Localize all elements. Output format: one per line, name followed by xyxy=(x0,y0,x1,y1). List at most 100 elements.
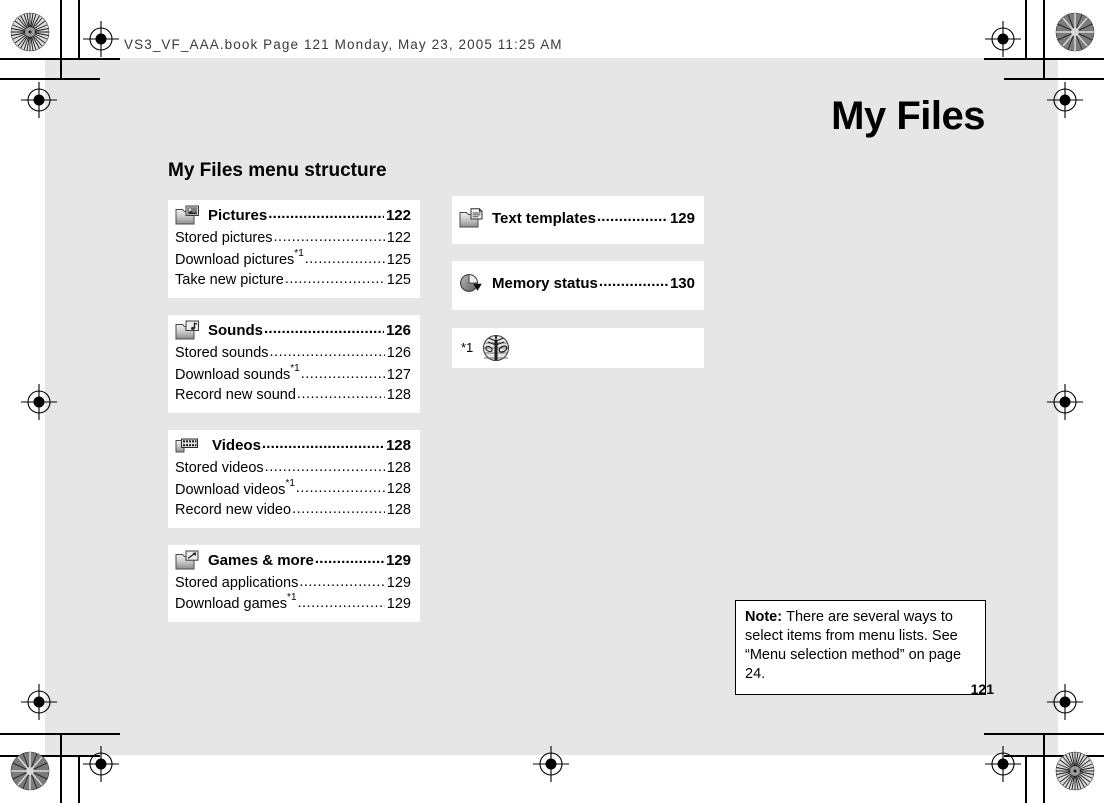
crop-line-top-left-h2 xyxy=(0,78,100,80)
menu-column-left: Pictures ...............................… xyxy=(168,200,420,639)
menu-label: Stored sounds xyxy=(175,345,269,362)
note-label: Note: xyxy=(745,609,787,625)
page-ref: 128 xyxy=(386,387,411,404)
leader-dots: ........................................… xyxy=(314,549,384,567)
menu-card-text-templates: Text templates .........................… xyxy=(452,196,704,245)
menu-header-text-templates[interactable]: Text templates .........................… xyxy=(459,208,695,229)
leader-dots: ........................................… xyxy=(598,273,668,291)
page-ref: 128 xyxy=(386,481,411,498)
crop-line-bot-right-v xyxy=(1043,733,1045,803)
registration-mark-top-left xyxy=(83,21,119,57)
leader-dots: ........................................… xyxy=(264,459,385,476)
menu-header-memory-status[interactable]: Memory status ..........................… xyxy=(459,273,695,294)
menu-header-pictures[interactable]: Pictures ...............................… xyxy=(175,205,411,226)
registration-mark-bottom-left xyxy=(83,746,119,782)
footnote-ref: *1 xyxy=(287,592,297,604)
page-ref: 129 xyxy=(669,210,695,227)
folder-pictures-icon xyxy=(175,205,201,226)
leader-dots: ........................................… xyxy=(299,573,384,590)
manual-page: VS3_VF_AAA.book Page 121 Monday, May 23,… xyxy=(0,0,1104,803)
folder-games-icon xyxy=(175,550,201,571)
menu-subitem[interactable]: Stored applications ....................… xyxy=(175,573,411,594)
menu-label: Games & more xyxy=(208,551,314,569)
registration-mark-left-top xyxy=(21,82,57,118)
footnote-ref: *1 xyxy=(294,247,304,259)
menu-subitem[interactable]: Stored videos ..........................… xyxy=(175,458,411,479)
menu-label: Take new picture xyxy=(175,272,284,289)
page-ref: 128 xyxy=(385,436,411,454)
menu-subitem[interactable]: Download pictures*1 ....................… xyxy=(175,247,411,270)
menu-label: Videos xyxy=(212,436,261,454)
menu-label: Download games*1 xyxy=(175,592,297,613)
menu-header-games[interactable]: Games & more ...........................… xyxy=(175,550,411,571)
crop-line-top-right-v xyxy=(1043,0,1045,78)
menu-subitem[interactable]: Download videos*1 ......................… xyxy=(175,477,411,500)
leader-dots: ........................................… xyxy=(284,271,385,288)
page-ref: 125 xyxy=(386,272,411,289)
folder-videos-icon xyxy=(175,435,205,456)
page-ref: 126 xyxy=(385,321,411,339)
menu-header-sounds[interactable]: Sounds .................................… xyxy=(175,320,411,341)
menu-card-videos: Videos .................................… xyxy=(168,429,420,528)
leader-dots: ........................................… xyxy=(300,365,385,382)
print-density-target-top-left xyxy=(10,12,50,52)
menu-card-games: Games & more ...........................… xyxy=(168,544,420,622)
footnote-ref: *1 xyxy=(285,477,295,489)
registration-mark-right-middle xyxy=(1047,384,1083,420)
menu-subitem[interactable]: Take new picture .......................… xyxy=(175,270,411,291)
menu-label: Stored pictures xyxy=(175,230,273,247)
page-ref: 128 xyxy=(386,502,411,518)
registration-mark-left-middle xyxy=(21,384,57,420)
footnote-card: *1 xyxy=(452,327,704,368)
registration-mark-left-bottom xyxy=(21,684,57,720)
leader-dots: ........................................… xyxy=(269,344,385,361)
menu-label: Download sounds*1 xyxy=(175,362,300,383)
print-density-target-bot-right xyxy=(1055,751,1095,791)
leader-dots: ........................................… xyxy=(596,208,668,225)
page-ref: 125 xyxy=(386,251,411,268)
menu-subitem[interactable]: Record new sound .......................… xyxy=(175,385,411,406)
crop-line-top-left-v xyxy=(60,0,62,78)
crop-line-top-left-v2 xyxy=(78,0,80,58)
leader-dots: ........................................… xyxy=(304,250,385,267)
network-antenna-icon xyxy=(482,334,510,362)
menu-label: Stored videos xyxy=(175,460,264,477)
menu-column-right: Text templates .........................… xyxy=(452,196,704,385)
crop-line-bot-left-v xyxy=(60,733,62,803)
page-ref: 129 xyxy=(386,574,411,591)
menu-label: Record new video xyxy=(175,502,292,518)
page-ref: 130 xyxy=(669,275,695,293)
print-density-target-top-right xyxy=(1055,12,1095,52)
menu-subitem[interactable]: Stored pictures ........................… xyxy=(175,228,411,249)
registration-mark-right-bottom xyxy=(1047,684,1083,720)
page-ref: 122 xyxy=(385,207,411,224)
footnote-ref: *1 xyxy=(290,362,300,374)
page-ref: 129 xyxy=(386,596,411,613)
folder-text-templates-icon xyxy=(459,208,485,229)
menu-header-videos[interactable]: Videos .................................… xyxy=(175,435,411,456)
menu-subitem[interactable]: Record new video .......................… xyxy=(175,500,411,521)
page-number: 121 xyxy=(970,681,994,697)
print-density-target-bot-left xyxy=(10,751,50,791)
page-title: My Files xyxy=(831,94,985,138)
menu-subitem[interactable]: Stored sounds ..........................… xyxy=(175,343,411,364)
leader-dots: ........................................… xyxy=(296,386,385,403)
menu-card-memory-status: Memory status ..........................… xyxy=(452,261,704,310)
menu-subitem[interactable]: Download sounds*1 ......................… xyxy=(175,362,411,385)
page-ref: 128 xyxy=(386,460,411,477)
crop-line-bot-right-v2 xyxy=(1025,755,1027,803)
folder-sounds-icon xyxy=(175,320,201,341)
menu-label: Record new sound xyxy=(175,387,296,404)
leader-dots: ........................................… xyxy=(292,501,385,517)
registration-mark-right-top xyxy=(1047,82,1083,118)
menu-label: Download pictures*1 xyxy=(175,247,304,268)
crop-line-bot-left-v2 xyxy=(78,755,80,803)
section-heading: My Files menu structure xyxy=(168,160,387,181)
page-ref: 127 xyxy=(386,366,411,383)
registration-mark-bottom-right xyxy=(985,746,1021,782)
menu-subitem[interactable]: Download games*1 .......................… xyxy=(175,592,411,614)
page-ref: 129 xyxy=(385,551,411,569)
menu-label: Stored applications xyxy=(175,574,299,591)
leader-dots: ........................................… xyxy=(297,595,385,612)
leader-dots: ........................................… xyxy=(261,434,384,452)
